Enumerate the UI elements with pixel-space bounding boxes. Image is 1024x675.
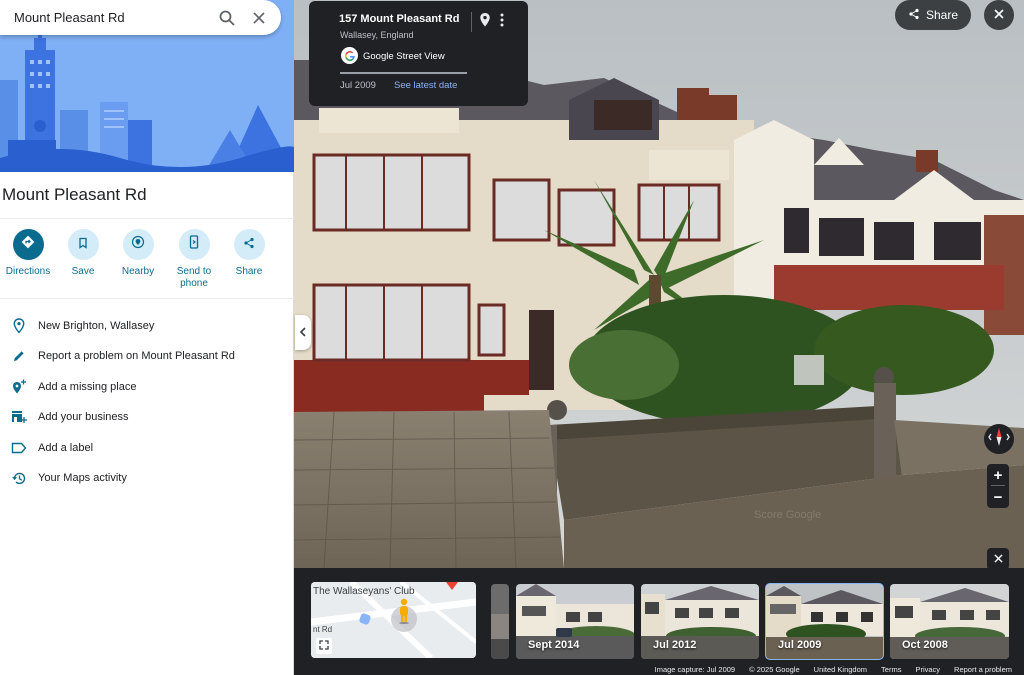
close-street-view-button[interactable] bbox=[984, 0, 1014, 30]
privacy-link[interactable]: Privacy bbox=[915, 665, 940, 674]
directions-button[interactable]: Directions bbox=[0, 229, 56, 278]
share-icon bbox=[908, 8, 920, 23]
divider bbox=[471, 12, 472, 32]
detail-add-missing-place[interactable]: Add a missing place bbox=[0, 375, 294, 399]
compass-button[interactable] bbox=[984, 424, 1014, 454]
save-button[interactable]: Save bbox=[55, 229, 111, 278]
phone-icon bbox=[188, 235, 200, 254]
close-icon[interactable] bbox=[243, 2, 275, 34]
pegman-icon[interactable] bbox=[397, 598, 411, 629]
place-title: Mount Pleasant Rd bbox=[2, 185, 147, 204]
pencil-icon bbox=[0, 349, 38, 363]
detail-text: Add your business bbox=[38, 411, 129, 423]
report-problem-link[interactable]: Report a problem bbox=[954, 665, 1012, 674]
nearby-button[interactable]: Nearby bbox=[110, 229, 166, 278]
add-business-icon bbox=[0, 410, 38, 424]
search-box[interactable]: Mount Pleasant Rd bbox=[0, 0, 281, 35]
street-view-info-card: 157 Mount Pleasant Rd Wallasey, England … bbox=[309, 1, 528, 106]
bookmark-icon bbox=[77, 236, 89, 254]
share-button-label: Share bbox=[925, 8, 959, 22]
close-icon bbox=[994, 6, 1004, 24]
timeline-thumb[interactable]: Sept 2014 bbox=[516, 584, 634, 659]
place-panel: Mount Pleasant Rd Mount Pleasant Rd Dire… bbox=[0, 0, 294, 675]
detail-add-business[interactable]: Add your business bbox=[0, 405, 294, 429]
detail-locality[interactable]: New Brighton, Wallasey bbox=[0, 314, 294, 338]
nearby-label: Nearby bbox=[121, 266, 155, 277]
search-icon[interactable] bbox=[211, 2, 243, 34]
detail-report-problem[interactable]: Report a problem on Mount Pleasant Rd bbox=[0, 344, 294, 368]
more-options-icon[interactable] bbox=[499, 12, 505, 33]
compass-icon bbox=[987, 425, 1011, 454]
label-icon bbox=[0, 442, 38, 454]
timeline-date-label: Oct 2008 bbox=[902, 639, 948, 651]
directions-label: Directions bbox=[5, 266, 51, 277]
address-title: 157 Mount Pleasant Rd bbox=[339, 13, 460, 25]
source-label: Google Street View bbox=[363, 51, 445, 62]
terms-link[interactable]: Terms bbox=[881, 665, 901, 674]
locality-text: Wallasey, England bbox=[340, 30, 414, 40]
minimap-road-label: nt Rd bbox=[313, 625, 333, 634]
minimap[interactable]: The Wallaseyans' Club nt Rd bbox=[311, 582, 476, 658]
region-link[interactable]: United Kingdom bbox=[814, 665, 867, 674]
detail-text: Add a missing place bbox=[38, 381, 137, 393]
save-label: Save bbox=[71, 266, 95, 277]
collapse-panel-button[interactable] bbox=[295, 315, 311, 350]
location-pin-icon[interactable] bbox=[479, 12, 491, 33]
divider bbox=[0, 298, 294, 299]
send-to-phone-label: Send to phone bbox=[176, 266, 212, 289]
close-icon bbox=[993, 550, 1003, 568]
detail-text: Report a problem on Mount Pleasant Rd bbox=[38, 350, 235, 362]
detail-text: Your Maps activity bbox=[38, 472, 127, 484]
image-capture-text: Image capture: Jul 2009 bbox=[654, 665, 736, 674]
chevron-left-icon bbox=[299, 324, 307, 342]
divider bbox=[0, 218, 294, 219]
share-label: Share bbox=[235, 266, 263, 277]
expand-icon bbox=[319, 637, 329, 655]
search-input[interactable]: Mount Pleasant Rd bbox=[14, 10, 211, 25]
nearby-icon bbox=[131, 235, 145, 254]
share-place-button[interactable]: Share bbox=[221, 229, 277, 278]
action-bar: Directions Save Nearby Send to phone Sha… bbox=[0, 229, 294, 291]
see-latest-date-link[interactable]: See latest date bbox=[394, 80, 457, 91]
expand-map-button[interactable] bbox=[316, 638, 332, 654]
timeline-thumb[interactable]: Oct 2008 bbox=[890, 584, 1009, 659]
svg-text:Score Google: Score Google bbox=[754, 509, 821, 521]
minimap-place-label: The Wallaseyans' Club bbox=[313, 586, 415, 597]
copyright-text: © 2025 Google bbox=[749, 665, 800, 674]
close-timeline-button[interactable] bbox=[987, 548, 1009, 570]
location-pin-icon bbox=[0, 318, 38, 334]
timeline-date-label: Jul 2009 bbox=[778, 639, 822, 651]
send-to-phone-button[interactable]: Send to phone bbox=[166, 229, 222, 290]
zoom-in-button[interactable]: + bbox=[987, 464, 1009, 486]
timeline-date-label: Sept 2014 bbox=[528, 639, 580, 651]
share-button[interactable]: Share bbox=[895, 0, 971, 30]
detail-text: New Brighton, Wallasey bbox=[38, 320, 155, 332]
zoom-out-button[interactable]: − bbox=[987, 486, 1009, 508]
timeline-date-label: Jul 2012 bbox=[653, 639, 697, 651]
add-place-icon bbox=[0, 379, 38, 395]
zoom-control: + − bbox=[987, 464, 1009, 508]
timeline-thumb-partial[interactable] bbox=[491, 584, 509, 659]
detail-text: Add a label bbox=[38, 442, 94, 454]
history-icon bbox=[0, 471, 38, 486]
attribution-footer: Image capture: Jul 2009 © 2025 Google Un… bbox=[294, 664, 1024, 675]
directions-icon bbox=[21, 235, 35, 254]
timeline-thumb-selected[interactable]: Jul 2009 bbox=[765, 583, 884, 660]
detail-add-label[interactable]: Add a label bbox=[0, 436, 294, 460]
share-icon bbox=[243, 236, 255, 254]
google-logo-icon bbox=[341, 47, 358, 64]
detail-maps-activity[interactable]: Your Maps activity bbox=[0, 466, 294, 490]
capture-date: Jul 2009 bbox=[340, 80, 376, 91]
timeline-thumb[interactable]: Jul 2012 bbox=[641, 584, 759, 659]
divider bbox=[340, 72, 467, 74]
